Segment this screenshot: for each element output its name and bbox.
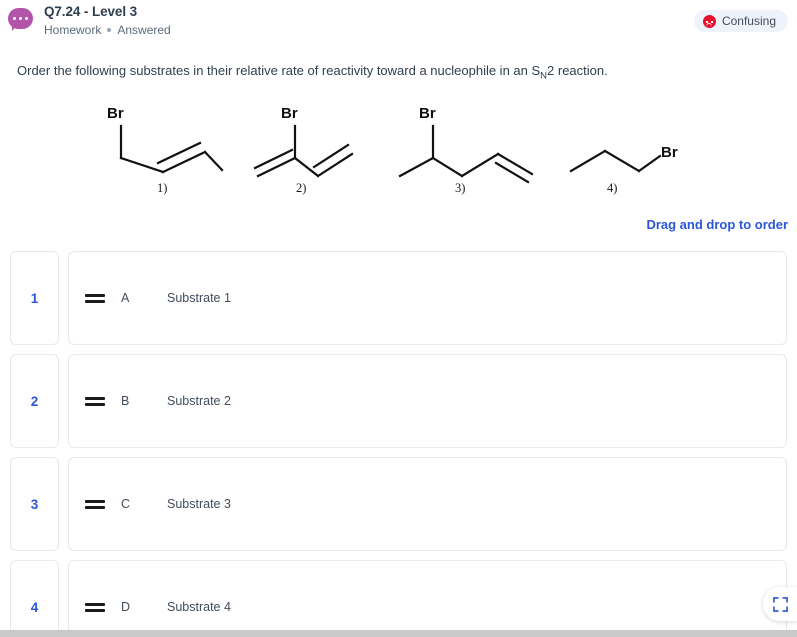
rank-badge: 1 xyxy=(10,251,59,345)
option-text: Substrate 4 xyxy=(167,600,231,614)
option-text: Substrate 3 xyxy=(167,497,231,511)
question-prompt: Order the following substrates in their … xyxy=(17,62,777,86)
scrollbar-thumb[interactable] xyxy=(0,630,797,637)
list-item[interactable]: 4 D Substrate 4 xyxy=(0,560,797,637)
horizontal-scrollbar[interactable] xyxy=(0,630,797,637)
answer-card[interactable]: C Substrate 3 xyxy=(68,457,787,551)
status-badge[interactable]: Confusing xyxy=(693,10,788,32)
rank-badge: 4 xyxy=(10,560,59,637)
question-text-before: Order the following substrates in their … xyxy=(17,63,541,78)
drag-handle-icon[interactable] xyxy=(85,292,105,304)
structure-label-4: 4) xyxy=(607,181,618,195)
answer-card[interactable]: A Substrate 1 xyxy=(68,251,787,345)
drag-handle-icon[interactable] xyxy=(85,395,105,407)
avatar-ellipsis-dots xyxy=(13,17,28,20)
drag-handle-icon[interactable] xyxy=(85,498,105,510)
question-type-label: Homework xyxy=(44,23,102,37)
meta-separator-dot xyxy=(107,28,112,32)
option-text: Substrate 2 xyxy=(167,394,231,408)
structure-1-skeleton xyxy=(119,124,224,174)
question-text-subscript: N xyxy=(540,70,548,82)
rank-badge: 3 xyxy=(10,457,59,551)
structure-3-br-label: Br xyxy=(419,105,436,122)
page-title: Q7.24 - Level 3 xyxy=(44,4,138,19)
chat-bubble-ellipsis-icon xyxy=(8,8,33,32)
structure-4-skeleton xyxy=(569,149,662,173)
question-status-label: Answered xyxy=(117,23,171,37)
list-item[interactable]: 1 A Substrate 1 xyxy=(0,251,797,345)
option-letter: A xyxy=(121,291,130,305)
avatar-bubble-tail xyxy=(12,24,18,31)
order-list: 1 A Substrate 1 2 B Substrate 2 3 C Subs… xyxy=(0,251,797,637)
structure-1-br-label: Br xyxy=(107,105,124,122)
expand-fullscreen-button[interactable] xyxy=(763,587,797,621)
question-page: Q7.24 - Level 3 Homework Answered Confus… xyxy=(0,0,797,637)
structure-label-2: 2) xyxy=(296,181,307,195)
confused-face-icon xyxy=(702,14,716,28)
rank-badge: 2 xyxy=(10,354,59,448)
option-letter: C xyxy=(121,497,131,511)
list-item[interactable]: 3 C Substrate 3 xyxy=(0,457,797,551)
drag-and-drop-hint: Drag and drop to order xyxy=(646,217,788,232)
option-letter: D xyxy=(121,600,131,614)
structure-label-1: 1) xyxy=(157,181,168,195)
structure-2-skeleton xyxy=(253,124,354,178)
answer-card[interactable]: D Substrate 4 xyxy=(68,560,787,637)
option-text: Substrate 1 xyxy=(167,291,231,305)
option-letter: B xyxy=(121,394,130,408)
structure-3-skeleton xyxy=(398,124,534,184)
structures-svg: Br Br Br Br xyxy=(107,105,678,184)
answer-card[interactable]: B Substrate 2 xyxy=(68,354,787,448)
drag-handle-icon[interactable] xyxy=(85,601,105,613)
question-meta: Homework Answered xyxy=(44,23,171,37)
expand-fullscreen-icon xyxy=(772,596,788,612)
structure-2-br-label: Br xyxy=(281,105,298,122)
question-text-after: 2 reaction. xyxy=(547,63,608,78)
list-item[interactable]: 2 B Substrate 2 xyxy=(0,354,797,448)
structure-figure: Br Br Br Br 1) 2) 3) 4) xyxy=(0,96,797,204)
status-badge-label: Confusing xyxy=(721,14,776,28)
structure-4-br-label: Br xyxy=(661,144,678,161)
question-header: Q7.24 - Level 3 Homework Answered Confus… xyxy=(0,0,797,46)
structure-label-3: 3) xyxy=(455,181,466,195)
